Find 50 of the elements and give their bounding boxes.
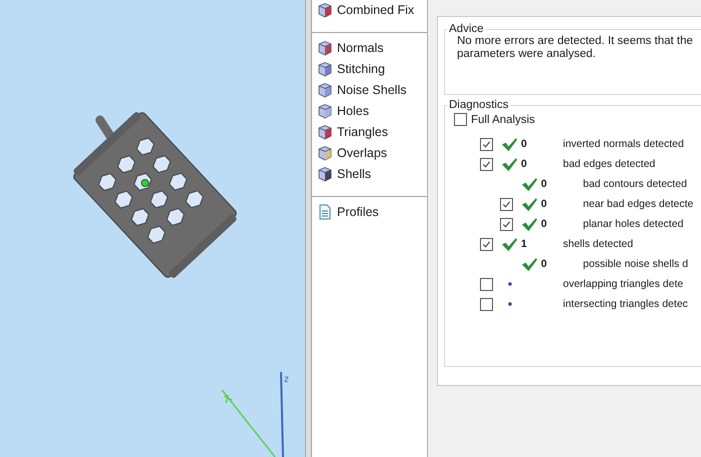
checkbox[interactable] <box>480 138 493 150</box>
checkbox-label: Full Analysis <box>471 114 535 126</box>
cube-icon <box>317 166 333 182</box>
diagnostic-label: intersecting triangles detec <box>563 298 688 310</box>
group-title: Diagnostics <box>448 99 510 111</box>
checkbox[interactable] <box>500 198 513 210</box>
checkbox[interactable] <box>454 113 467 126</box>
sidebar-item[interactable]: Holes <box>317 100 427 121</box>
axis-label: z <box>284 374 289 385</box>
diagnostic-label: planar holes detected <box>583 218 684 230</box>
cube-icon <box>317 124 333 140</box>
cube-icon <box>317 102 333 118</box>
cube-icon <box>317 60 333 76</box>
sidebar-item[interactable]: Triangles <box>317 121 427 142</box>
advice-text: No more errors are detected. It seems that the <box>457 35 694 48</box>
diagnostic-label: shells detected <box>563 238 634 250</box>
sidebar-item[interactable]: Stitching <box>317 58 427 79</box>
cube-icon <box>317 144 333 160</box>
checkbox[interactable] <box>480 278 493 290</box>
diagnostic-label: inverted normals detected <box>563 138 684 150</box>
diagnostic-label: possible noise shells d <box>583 258 688 270</box>
checkbox[interactable] <box>500 218 513 230</box>
sidebar-item[interactable]: Profiles <box>317 201 427 222</box>
count-text: 0 <box>541 258 547 270</box>
3d-viewport[interactable]: z <box>0 0 305 457</box>
checkbox[interactable] <box>480 298 493 310</box>
advice-text: parameters were analysed. <box>457 48 597 61</box>
count-text: 0 <box>541 218 547 230</box>
group-title: Advice <box>448 23 485 35</box>
sidebar-item[interactable]: Combined Fix <box>317 0 427 20</box>
document-icon <box>317 204 333 220</box>
count-text: 0 <box>521 158 527 170</box>
count-text: 1 <box>521 238 527 250</box>
sidebar-item[interactable]: Overlaps <box>317 142 427 163</box>
diagnostic-label: bad edges detected <box>563 158 656 170</box>
y-axis <box>221 390 276 457</box>
diagnostic-label: near bad edges detecte <box>583 198 694 210</box>
cube-icon <box>317 40 333 56</box>
count-text: 0 <box>541 178 547 190</box>
sidebar-item[interactable]: Shells <box>317 163 427 184</box>
checkbox[interactable] <box>480 158 493 170</box>
diagnostic-label: bad contours detected <box>583 178 687 190</box>
sidebar-item[interactable]: Noise Shells <box>317 79 427 100</box>
count-text: 0 <box>541 198 547 210</box>
cube-icon <box>317 82 333 98</box>
count-text: 0 <box>521 138 527 150</box>
cube-icon <box>317 2 333 18</box>
diagnostic-label: overlapping triangles dete <box>563 278 684 290</box>
sidebar-item[interactable]: Normals <box>317 37 427 58</box>
checkbox[interactable] <box>480 238 493 250</box>
